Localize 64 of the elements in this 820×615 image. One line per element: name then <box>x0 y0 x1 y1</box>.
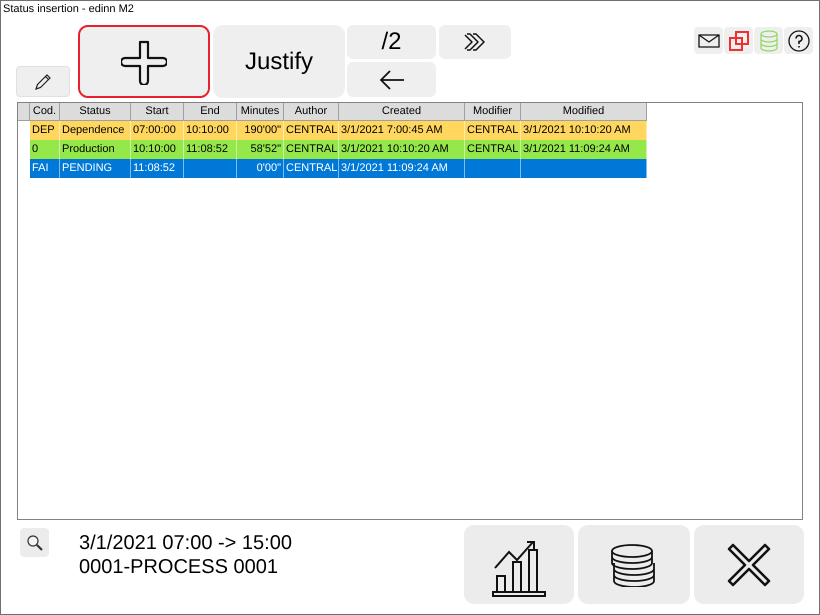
table-cell: DEP <box>32 124 55 136</box>
overlapping-squares-icon <box>728 30 748 50</box>
column-header[interactable]: Author <box>284 103 339 121</box>
table-cell: 3/1/2021 11:09:24 AM <box>523 143 630 155</box>
coin-stack-icon <box>610 542 658 586</box>
column-header[interactable]: End <box>184 103 237 121</box>
column-header[interactable]: Start <box>131 103 184 121</box>
pencil-icon <box>33 72 53 92</box>
table-cell: FAI <box>32 162 49 174</box>
date-range-text: 3/1/2021 07:00 -> 15:00 <box>79 531 292 555</box>
window-title: Status insertion - edinn M2 <box>2 2 135 17</box>
table-cell: 07:00:00 <box>133 124 176 136</box>
table-cell: 3/1/2021 11:09:24 AM <box>341 162 448 174</box>
table-cell: 11:08:52 <box>186 143 228 155</box>
column-header[interactable]: Cod. <box>30 103 60 121</box>
back-button[interactable] <box>347 62 436 97</box>
table-cell: 3/1/2021 7:00:45 AM <box>341 124 443 136</box>
search-icon <box>26 534 44 552</box>
table-cell: CENTRAL <box>286 162 338 174</box>
search-button[interactable] <box>20 528 49 557</box>
question-icon <box>788 30 810 52</box>
table-row[interactable]: FAI PENDING 11:08:52 0'00" CENTRAL 3/1/2021 11:09:24 AM <box>30 159 647 178</box>
table-cell: 0 <box>32 143 38 155</box>
windows-button[interactable] <box>724 27 753 54</box>
chart-button[interactable] <box>464 525 574 604</box>
database-icon <box>760 30 778 52</box>
coins-button[interactable] <box>578 525 690 604</box>
column-header[interactable]: Minutes <box>237 103 284 121</box>
table-cell: 3/1/2021 10:10:20 AM <box>341 143 449 155</box>
left-arrow-icon <box>378 70 404 90</box>
plus-icon <box>121 38 167 84</box>
close-button[interactable] <box>694 525 804 604</box>
table-cell: 10:10:00 <box>186 124 229 136</box>
edit-button[interactable] <box>16 66 70 97</box>
column-header[interactable]: Modifier <box>465 103 521 121</box>
process-text: 0001-PROCESS 0001 <box>79 555 278 579</box>
table-row[interactable]: 0 Production 10:10:00 11:08:52 58'52" CENTRAL 3/1/2021 10:10:20 AM CENTRAL 3/1/2021 11:09:24 AM <box>30 140 647 159</box>
table-cell: 11:08:52 <box>133 162 176 174</box>
table-cell: Dependence <box>62 124 124 136</box>
table-cell: PENDING <box>62 162 112 174</box>
column-header[interactable]: Status <box>60 103 131 121</box>
table-row[interactable]: DEP Dependence 07:00:00 10:10:00 190'00" CENTRAL 3/1/2021 7:00:45 AM CENTRAL 3/1/2021 10:10:20 AM <box>30 121 647 140</box>
help-button[interactable] <box>784 27 813 54</box>
table-cell: 3/1/2021 10:10:20 AM <box>523 124 631 136</box>
table-cell: Production <box>62 143 115 155</box>
add-button[interactable] <box>78 25 210 98</box>
column-header[interactable]: Created <box>339 103 465 121</box>
justify-button[interactable]: Justify <box>213 25 345 98</box>
table-cell: 190'00" <box>244 124 281 136</box>
mail-button[interactable] <box>694 27 723 54</box>
envelope-icon <box>698 34 720 48</box>
close-icon <box>727 542 771 586</box>
column-header[interactable]: Modified <box>521 103 647 121</box>
table-cell: CENTRAL <box>286 143 338 155</box>
table-cell: 0'00" <box>256 162 281 174</box>
table-cell: 10:10:00 <box>133 143 176 155</box>
table-cell: CENTRAL <box>286 124 338 136</box>
table-cell: CENTRAL <box>467 124 518 136</box>
forward-button[interactable] <box>439 25 511 59</box>
divide-button[interactable]: /2 <box>347 25 436 59</box>
header-corner <box>18 103 30 121</box>
double-chevron-icon <box>463 33 487 51</box>
table-cell: 58'52" <box>250 143 281 155</box>
table-cell: CENTRAL <box>467 143 518 155</box>
